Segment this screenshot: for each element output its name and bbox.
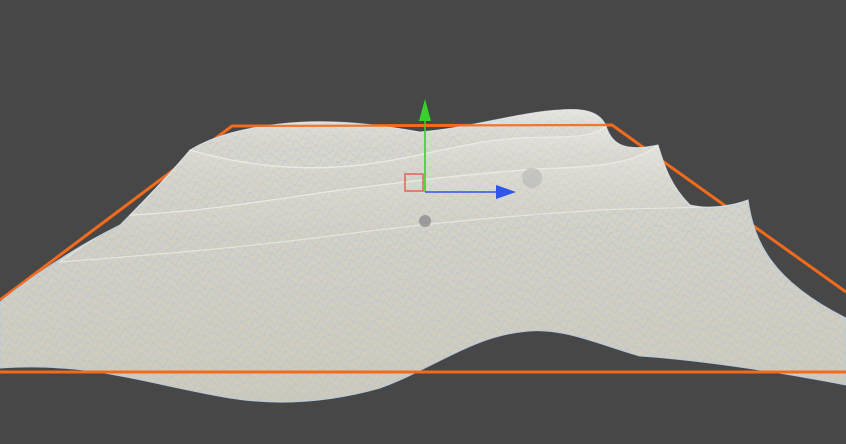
y-axis-arrow-icon[interactable] (419, 99, 431, 121)
z-axis-handle[interactable] (419, 215, 431, 227)
view-plane-handle[interactable] (522, 168, 542, 188)
scene-viewport[interactable] (0, 0, 846, 444)
scene-canvas[interactable] (0, 0, 846, 444)
